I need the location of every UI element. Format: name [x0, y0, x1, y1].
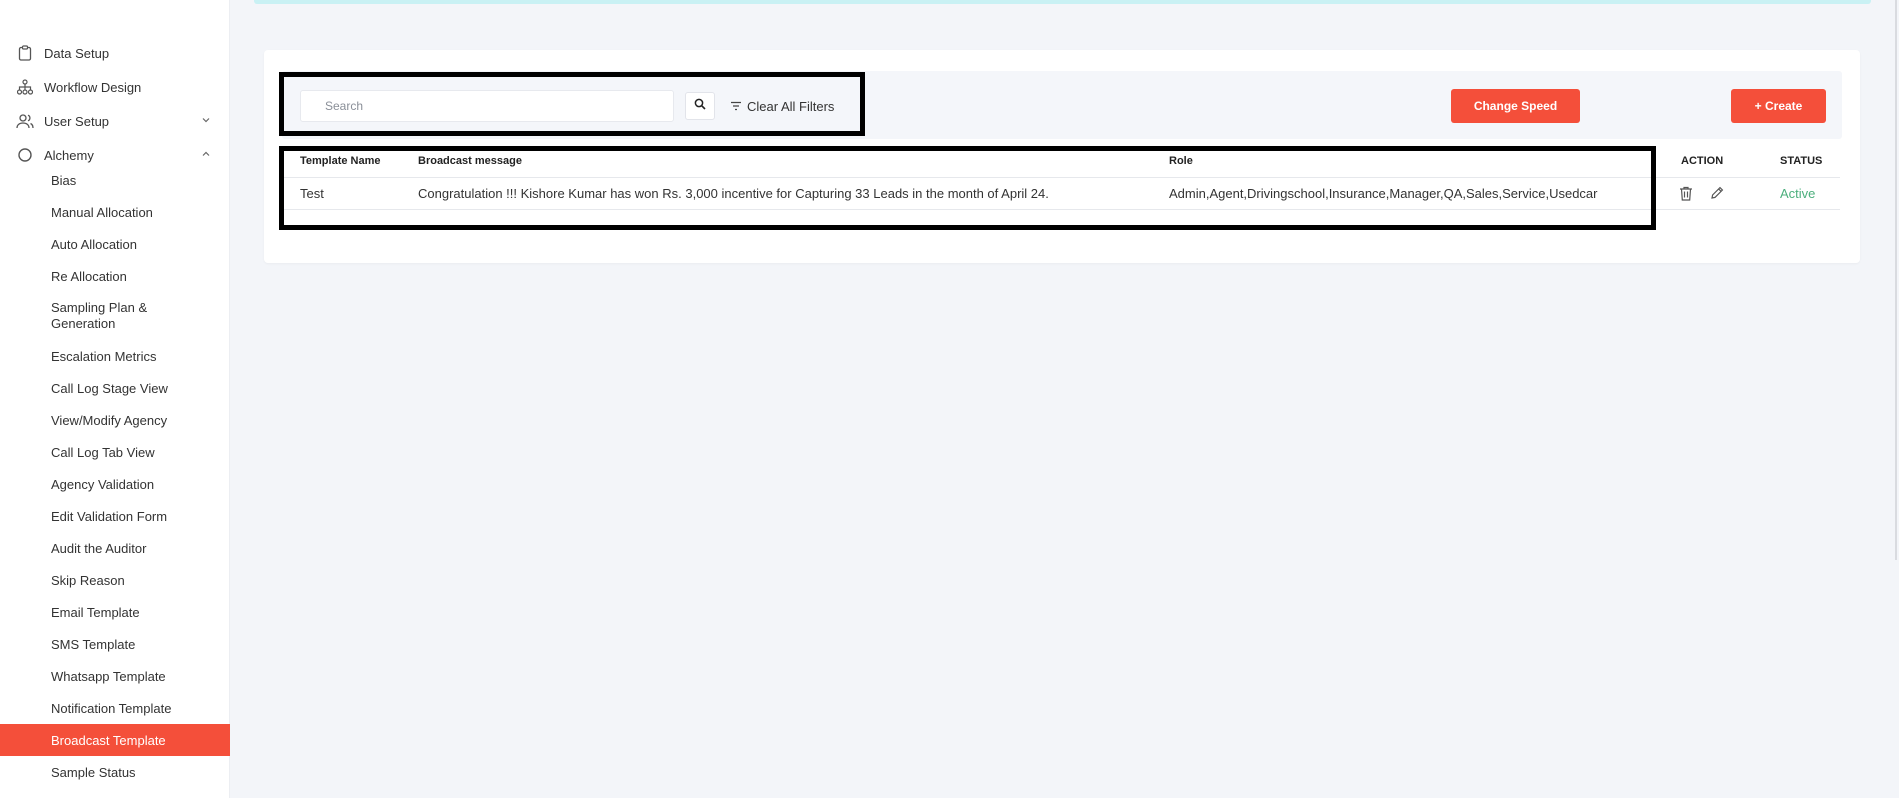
- column-header-action: ACTION: [1681, 155, 1724, 167]
- sidebar-item-call-log-tab-view[interactable]: Call Log Tab View: [0, 436, 230, 468]
- sidebar-item-workflow-design[interactable]: Workflow Design: [0, 70, 230, 104]
- sidebar-item-label: User Setup: [44, 113, 110, 129]
- sidebar-item-call-log-stage-view[interactable]: Call Log Stage View: [0, 372, 230, 404]
- edit-pencil-icon[interactable]: [1709, 185, 1725, 201]
- sidebar-item-label: Alchemy: [44, 147, 94, 163]
- chevron-down-icon: [200, 114, 212, 126]
- annotation-highlight-table: [279, 146, 1656, 230]
- sidebar-item-agency-validation[interactable]: Agency Validation: [0, 468, 230, 500]
- sidebar-item-label: Data Setup: [44, 45, 110, 61]
- sidebar-item-sms-template[interactable]: SMS Template: [0, 628, 230, 660]
- clipboard-icon: [16, 44, 34, 62]
- sidebar-item-manual-allocation[interactable]: Manual Allocation: [0, 196, 230, 228]
- top-banner-strip: [254, 0, 1871, 4]
- sidebar-nav: Data Setup Workflow Design User Setup Al…: [0, 36, 230, 172]
- sidebar-item-user-setup[interactable]: User Setup: [0, 104, 230, 138]
- sidebar-item-edit-validation-form[interactable]: Edit Validation Form: [0, 500, 230, 532]
- change-speed-button[interactable]: Change Speed: [1451, 89, 1580, 123]
- sidebar-item-bias[interactable]: Bias: [0, 164, 230, 196]
- sidebar-item-data-setup[interactable]: Data Setup: [0, 36, 230, 70]
- sidebar-item-audit-the-auditor[interactable]: Audit the Auditor: [0, 532, 230, 564]
- sidebar-item-skip-reason[interactable]: Skip Reason: [0, 564, 230, 596]
- circle-icon: [16, 146, 34, 164]
- sidebar-item-re-allocation[interactable]: Re Allocation: [0, 260, 230, 292]
- sidebar-item-label: Workflow Design: [44, 79, 142, 95]
- sidebar-item-auto-allocation[interactable]: Auto Allocation: [0, 228, 230, 260]
- sidebar-item-sample-status[interactable]: Sample Status: [0, 756, 230, 788]
- annotation-highlight-search: [279, 72, 865, 136]
- sidebar-item-notification-template[interactable]: Notification Template: [0, 692, 230, 724]
- sidebar-item-broadcast-template[interactable]: Broadcast Template: [0, 724, 230, 756]
- scrollbar[interactable]: [1895, 0, 1897, 560]
- sitemap-icon: [16, 78, 34, 96]
- users-icon: [16, 112, 34, 130]
- sidebar-item-sampling-plan[interactable]: Sampling Plan & Generation: [0, 292, 230, 340]
- sidebar-item-whatsapp-template[interactable]: Whatsapp Template: [0, 660, 230, 692]
- sidebar-item-escalation-metrics[interactable]: Escalation Metrics: [0, 340, 230, 372]
- chevron-up-icon: [200, 148, 212, 160]
- sidebar-item-email-template[interactable]: Email Template: [0, 596, 230, 628]
- create-button[interactable]: + Create: [1731, 89, 1826, 123]
- column-header-status: STATUS: [1780, 155, 1823, 167]
- status-badge: Active: [1780, 186, 1816, 201]
- alchemy-submenu: Bias Manual Allocation Auto Allocation R…: [0, 164, 230, 788]
- sidebar-item-view-modify-agency[interactable]: View/Modify Agency: [0, 404, 230, 436]
- trash-icon[interactable]: [1678, 185, 1694, 201]
- sidebar: Data Setup Workflow Design User Setup Al…: [0, 0, 230, 798]
